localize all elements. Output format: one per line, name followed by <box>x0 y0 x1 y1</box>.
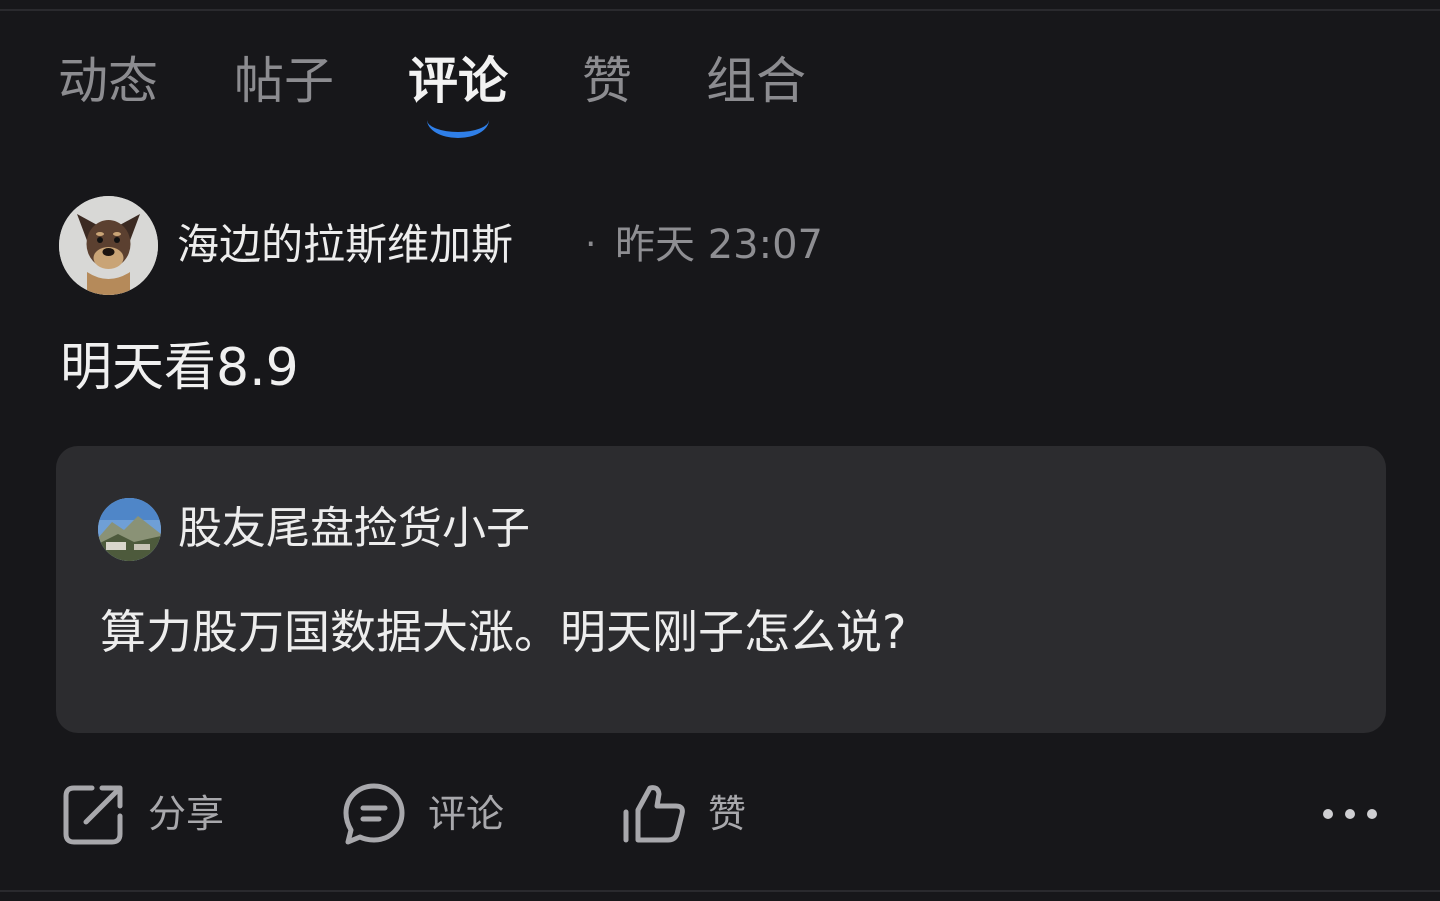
tab-likes[interactable]: 赞 <box>582 48 632 114</box>
like-button[interactable]: 赞 <box>622 782 762 846</box>
author-avatar[interactable] <box>59 196 158 295</box>
more-options-button[interactable] <box>1318 796 1382 832</box>
dog-avatar-icon <box>59 196 158 295</box>
post-timestamp: 昨天 23:07 <box>615 222 823 268</box>
active-tab-indicator <box>427 120 489 142</box>
tab-label: 赞 <box>582 52 632 110</box>
landscape-avatar-icon <box>98 498 161 561</box>
comment-icon <box>343 783 405 845</box>
quoted-post-card[interactable]: 股友尾盘捡货小子 算力股万国数据大涨。明天刚子怎么说? <box>56 446 1386 733</box>
comment-label: 评论 <box>428 792 505 836</box>
more-icon <box>1323 809 1377 819</box>
quoted-author-avatar[interactable] <box>98 498 161 561</box>
quoted-author-name[interactable]: 股友尾盘捡货小子 <box>178 498 530 560</box>
tab-label: 动态 <box>58 52 158 110</box>
tab-dynamics[interactable]: 动态 <box>58 48 158 114</box>
share-label: 分享 <box>148 792 225 836</box>
comment-text: 明天看8.9 <box>60 338 299 398</box>
separator-dot: · <box>585 224 597 265</box>
quoted-post-text: 算力股万国数据大涨。明天刚子怎么说? <box>100 605 907 659</box>
tab-comments[interactable]: 评论 <box>408 48 508 138</box>
like-label: 赞 <box>708 792 747 836</box>
top-divider <box>0 9 1440 11</box>
tab-label: 评论 <box>408 52 508 110</box>
author-name[interactable]: 海边的拉斯维加斯 <box>177 216 513 274</box>
share-button[interactable]: 分享 <box>62 782 242 846</box>
tab-label: 帖子 <box>234 52 334 110</box>
share-icon <box>63 785 123 845</box>
like-icon <box>623 785 685 843</box>
tab-posts[interactable]: 帖子 <box>234 48 334 114</box>
tab-label: 组合 <box>706 52 806 110</box>
comment-button[interactable]: 评论 <box>342 782 522 846</box>
bottom-divider <box>0 890 1440 892</box>
tab-portfolio[interactable]: 组合 <box>706 48 806 114</box>
